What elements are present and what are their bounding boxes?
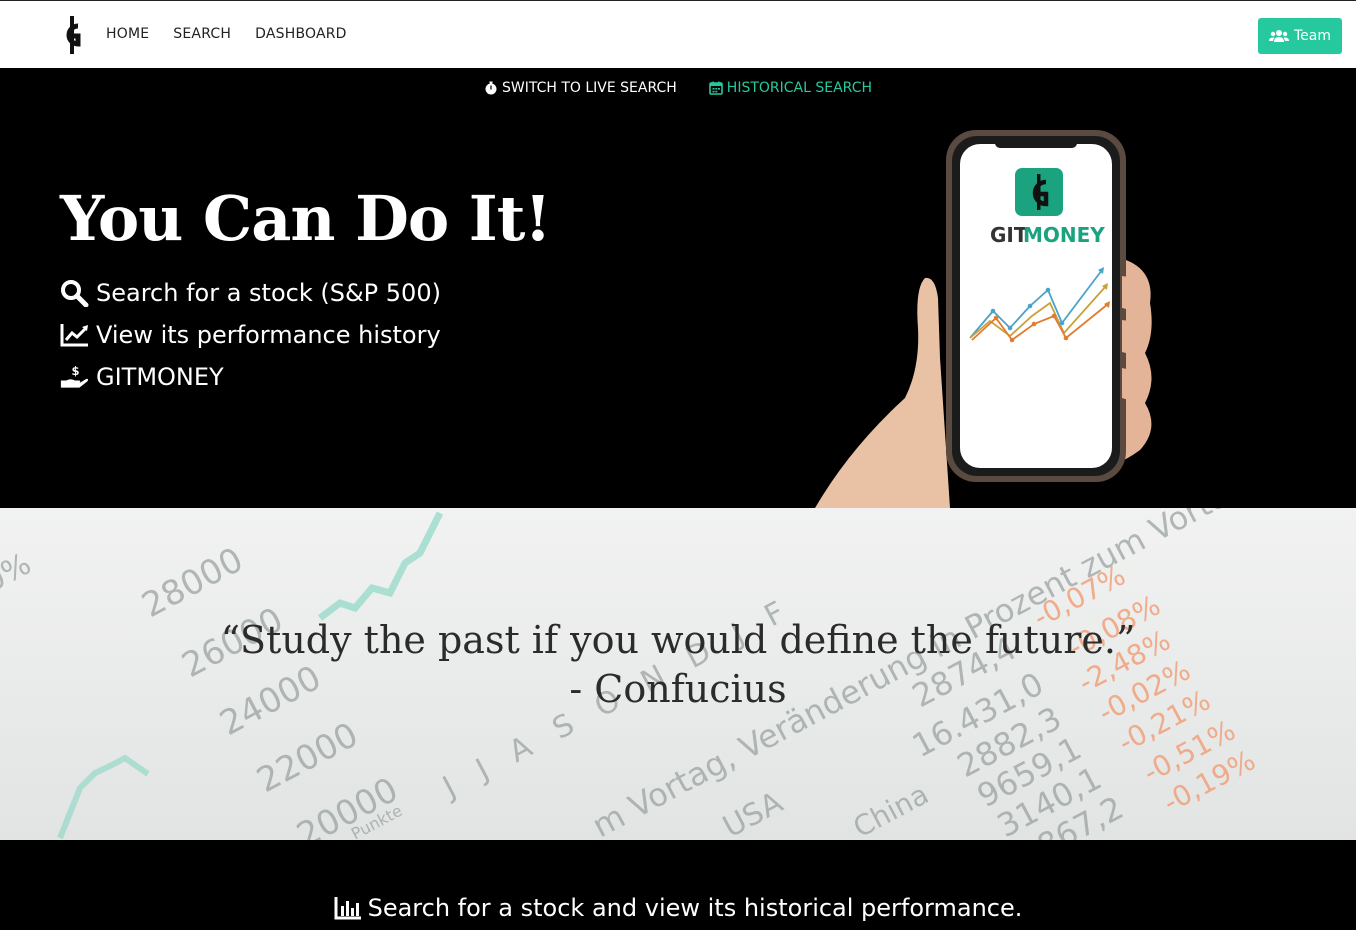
team-button-label: Team xyxy=(1293,28,1331,44)
switch-to-live-search-link[interactable]: SWITCH TO LIVE SEARCH xyxy=(484,80,677,96)
hand-holding-dollar-icon: $ xyxy=(60,364,89,388)
phone-illustration: GIT MONEY xyxy=(815,130,1152,508)
svg-text:28000: 28000 xyxy=(135,540,249,626)
hero-feature-search-label: Search for a stock (S&P 500) xyxy=(96,279,441,307)
historical-search-link[interactable]: HISTORICAL SEARCH xyxy=(708,80,873,96)
historical-search-label: HISTORICAL SEARCH xyxy=(726,80,873,96)
team-button[interactable]: Team xyxy=(1258,18,1342,54)
hero-feature-search: Search for a stock (S&P 500) xyxy=(60,272,441,314)
quote-author: - Confucius xyxy=(569,667,787,711)
search-icon xyxy=(61,280,89,307)
gitmoney-logo-icon[interactable] xyxy=(60,14,84,56)
quote-text: “Study the past if you would define the … xyxy=(0,616,1356,714)
quote-section: 0% 28000 26000 24000 22000 20000 2874,4 … xyxy=(0,508,1356,840)
nav-link-search[interactable]: SEARCH xyxy=(173,26,231,42)
users-icon xyxy=(1268,30,1289,42)
chart-line-icon xyxy=(60,324,88,347)
hero-feature-gitmoney: $ GITMONEY xyxy=(60,356,441,398)
svg-text:$: $ xyxy=(71,364,79,378)
bottom-heading: Search for a stock and view its historic… xyxy=(0,894,1356,922)
hero-feature-history-label: View its performance history xyxy=(96,321,441,349)
stopwatch-icon xyxy=(485,81,497,95)
nav-link-dashboard[interactable]: DASHBOARD xyxy=(255,26,347,42)
live-search-label: SWITCH TO LIVE SEARCH xyxy=(501,80,677,96)
svg-text:22000: 22000 xyxy=(250,715,364,801)
chart-bar-icon xyxy=(334,897,361,920)
bottom-heading-text: Search for a stock and view its historic… xyxy=(367,894,1023,922)
phone-app-name-money: MONEY xyxy=(1023,223,1105,247)
search-mode-bar: SWITCH TO LIVE SEARCH HISTORICAL SEARCH xyxy=(0,80,1356,96)
bottom-section: Search for a stock and view its historic… xyxy=(0,840,1356,930)
hero-title: You Can Do It! xyxy=(60,182,552,255)
calendar-icon xyxy=(708,81,723,95)
quote-body: “Study the past if you would define the … xyxy=(220,618,1136,662)
svg-text:USA: USA xyxy=(717,785,789,840)
hero-feature-history: View its performance history xyxy=(60,314,441,356)
hero-feature-list: Search for a stock (S&P 500) View its pe… xyxy=(60,272,441,398)
navbar: HOME SEARCH DASHBOARD Team xyxy=(0,0,1356,68)
nav-link-home[interactable]: HOME xyxy=(106,26,149,42)
hero-feature-gitmoney-label: GITMONEY xyxy=(96,363,224,391)
svg-text:0%: 0% xyxy=(0,547,37,600)
nav-links: HOME SEARCH DASHBOARD xyxy=(106,26,371,42)
svg-text:China: China xyxy=(848,777,934,840)
hero-section: SWITCH TO LIVE SEARCH HISTORICAL SEARCH … xyxy=(0,68,1356,508)
